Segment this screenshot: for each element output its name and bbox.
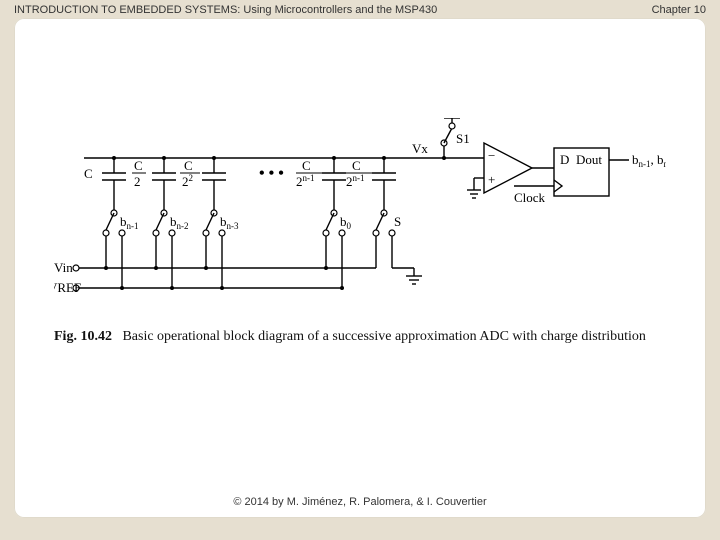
svg-text:b0: b0 [340,214,352,231]
svg-text:Vin: Vin [54,260,73,275]
svg-text:Clock: Clock [514,190,546,205]
svg-text:VREF: VREF [54,280,81,295]
svg-text:C: C [302,158,311,173]
svg-text:bn-3: bn-3 [220,214,239,231]
ellipsis-icon: • • • [259,165,284,182]
slide-footer: © 2014 by M. Jiménez, R. Palomera, & I. … [14,496,706,508]
figure-caption: Fig. 10.42 Basic operational block diagr… [54,328,666,347]
svg-text:bn-1: bn-1 [120,214,139,231]
svg-text:2n-1: 2n-1 [296,173,315,189]
figure-number: Fig. 10.42 [54,329,112,344]
slide-header: INTRODUCTION TO EMBEDDED SYSTEMS: Using … [0,0,720,16]
svg-text:S: S [394,214,401,229]
svg-text:−: − [488,148,495,163]
svg-text:S1: S1 [456,131,470,146]
chapter-label: Chapter 10 [652,4,706,16]
copyright-text: © 2014 by M. Jiménez, R. Palomera, & I. … [233,496,486,508]
svg-text:2: 2 [134,174,141,189]
svg-text:Dout: Dout [576,152,602,167]
svg-text:D: D [560,152,569,167]
svg-text:22: 22 [182,173,193,189]
figure-caption-text: Basic operational block diagram of a suc… [122,329,645,344]
svg-text:C: C [134,158,143,173]
book-title: INTRODUCTION TO EMBEDDED SYSTEMS: Using … [14,4,437,16]
svg-text:bn-2: bn-2 [170,214,189,231]
svg-text:+: + [488,172,495,187]
svg-text:2n-1: 2n-1 [346,173,365,189]
slide-page: • • • C C 2 C 22 C 2n-1 C 2n-1 [14,18,706,518]
svg-text:Vx: Vx [412,141,428,156]
svg-text:bn-1, bn-2, …: bn-1, bn-2, … [632,152,666,169]
svg-text:C: C [84,166,93,181]
svg-text:C: C [184,158,193,173]
svg-text:C: C [352,158,361,173]
